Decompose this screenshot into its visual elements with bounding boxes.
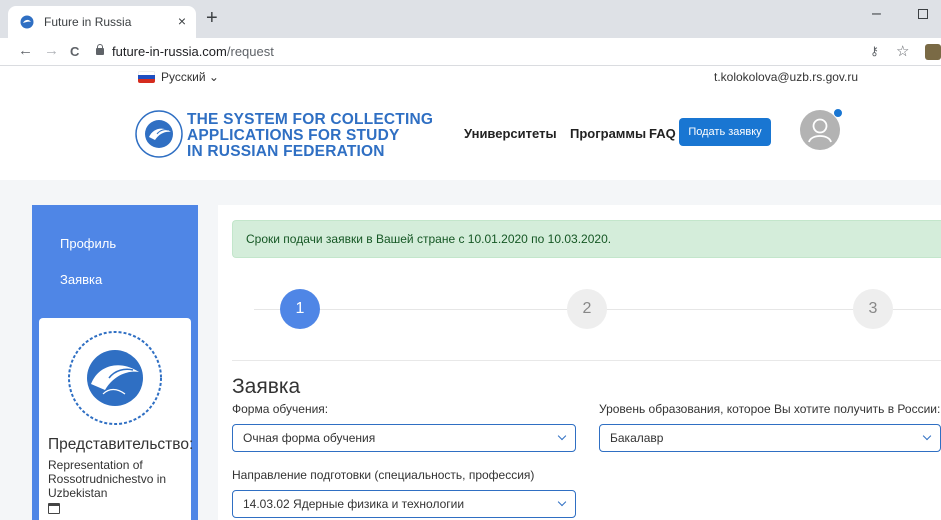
window-minimize-icon[interactable]: – <box>872 5 881 23</box>
study-form-label: Форма обучения: <box>232 402 329 416</box>
forward-arrow-icon[interactable]: → <box>44 43 59 59</box>
nav-universities[interactable]: Университеты <box>464 126 557 141</box>
chevron-down-icon <box>557 431 567 441</box>
brand-line: THE SYSTEM FOR COLLECTING <box>187 111 434 128</box>
nav-programs[interactable]: Программы <box>570 126 646 141</box>
url-field[interactable]: future-in-russia.com/request <box>112 44 274 59</box>
nav-faq[interactable]: FAQ <box>649 126 676 141</box>
section-title: Заявка <box>232 375 301 398</box>
sidebar-item-profile[interactable]: Профиль <box>60 236 116 251</box>
deadline-alert: Сроки подачи заявки в Вашей стране с 10.… <box>232 220 941 258</box>
russian-flag-icon[interactable] <box>138 71 155 83</box>
step-3[interactable]: 3 <box>853 289 893 329</box>
user-email[interactable]: t.kolokolova@uzb.rs.gov.ru <box>714 70 858 84</box>
language-selector[interactable]: Русский ⌄ <box>161 70 219 84</box>
brand-title[interactable]: THE SYSTEM FOR COLLECTING APPLICATIONS F… <box>187 112 433 160</box>
new-tab-icon[interactable]: + <box>206 8 218 28</box>
tab-title: Future in Russia <box>44 15 132 29</box>
address-bar: ← → C future-in-russia.com/request ⚷ ☆ <box>0 38 941 66</box>
calendar-icon[interactable] <box>48 503 60 514</box>
education-level-select[interactable]: Бакалавр <box>599 424 941 452</box>
back-arrow-icon[interactable]: ← <box>18 43 33 59</box>
application-card: Сроки подачи заявки в Вашей стране с 10.… <box>218 205 941 520</box>
brand-line: IN RUSSIAN FEDERATION <box>187 143 385 160</box>
bookmark-star-icon[interactable]: ☆ <box>896 42 909 60</box>
study-form-select[interactable]: Очная форма обучения <box>232 424 576 452</box>
notification-dot <box>833 108 843 118</box>
browser-tab-strip: Future in Russia × + – <box>0 0 941 38</box>
chevron-down-icon <box>557 497 567 507</box>
education-level-value: Бакалавр <box>610 431 664 445</box>
apply-button[interactable]: Подать заявку <box>679 118 771 146</box>
site-header: THE SYSTEM FOR COLLECTING APPLICATIONS F… <box>0 88 941 180</box>
lock-icon[interactable] <box>96 44 104 55</box>
representation-title: Представительство: <box>48 436 194 453</box>
direction-value: 14.03.02 Ядерные физика и технологии <box>243 497 465 511</box>
tab-close-icon[interactable]: × <box>178 13 186 29</box>
site-favicon-icon <box>20 15 34 29</box>
sidebar-item-application[interactable]: Заявка <box>60 272 102 287</box>
flag-stripe-red <box>138 79 155 83</box>
chevron-down-icon <box>922 431 932 441</box>
sidebar: Профиль Заявка Представительство: Repres… <box>32 205 198 520</box>
reload-icon[interactable]: C <box>70 44 79 60</box>
rossotrudnichestvo-logo-icon[interactable] <box>135 110 183 158</box>
step-1[interactable]: 1 <box>280 289 320 329</box>
direction-select[interactable]: 14.03.02 Ядерные физика и технологии <box>232 490 576 518</box>
education-level-label: Уровень образования, которое Вы хотите п… <box>599 402 941 416</box>
rossotrudnichestvo-emblem-icon <box>67 330 163 426</box>
url-host: future-in-russia.com <box>112 44 227 59</box>
representation-card: Представительство: Representation of Ros… <box>39 318 194 520</box>
direction-label: Направление подготовки (специальность, п… <box>232 468 535 482</box>
window-maximize-icon[interactable] <box>918 9 928 19</box>
brand-line: APPLICATIONS FOR STUDY <box>187 127 400 144</box>
site-topbar: Русский ⌄ t.kolokolova@uzb.rs.gov.ru <box>0 66 941 88</box>
url-path: /request <box>226 44 274 59</box>
browser-tab[interactable]: Future in Russia × <box>8 6 196 38</box>
step-2[interactable]: 2 <box>567 289 607 329</box>
password-key-icon[interactable]: ⚷ <box>870 44 879 58</box>
study-form-value: Очная форма обучения <box>243 431 376 445</box>
divider <box>232 360 941 361</box>
extension-icon[interactable] <box>925 44 941 60</box>
representation-name: Representation of Rossotrudnichestvo in … <box>48 458 167 500</box>
